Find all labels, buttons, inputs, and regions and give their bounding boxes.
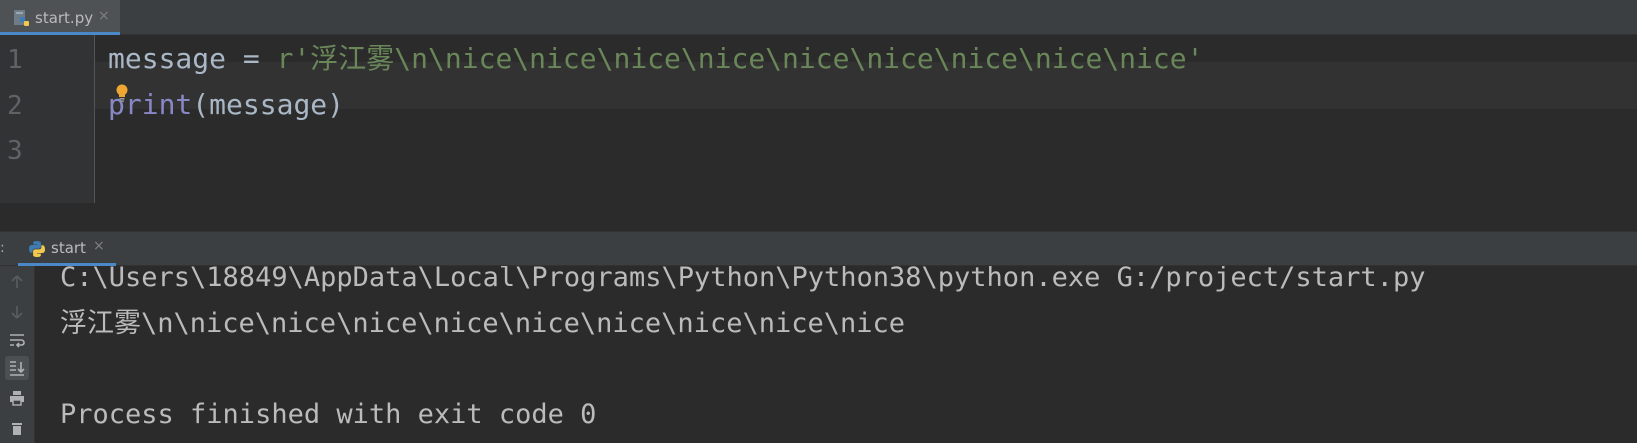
more-icon[interactable]: :: [0, 240, 5, 256]
console-line: 浮江雾\n\nice\nice\nice\nice\nice\nice\nice…: [60, 308, 906, 339]
close-icon[interactable]: ×: [98, 8, 110, 24]
soft-wrap-icon[interactable]: [5, 328, 29, 352]
scroll-to-end-icon[interactable]: [5, 356, 29, 380]
arguments-token: (message): [192, 88, 345, 121]
delete-icon[interactable]: [5, 416, 29, 440]
python-file-icon: [14, 10, 29, 26]
python-icon: [29, 241, 45, 257]
editor-tab-bar: start.py ×: [0, 0, 1637, 35]
run-console[interactable]: C:\Users\18849\AppData\Local\Programs\Py…: [35, 266, 1637, 443]
editor-tab-start-py[interactable]: start.py ×: [0, 0, 120, 35]
editor-tab-label: start.py: [35, 9, 94, 27]
line-number: 3: [7, 136, 23, 166]
ide-window: start.py × 1 2 3 message = r'浮江雾\n\nice\…: [0, 0, 1637, 443]
string-literal: r'浮江雾\n\nice\nice\nice\nice\nice\nice\ni…: [276, 42, 1204, 75]
editor-bottom-area: [0, 203, 1637, 232]
print-icon[interactable]: [5, 386, 29, 410]
code-line-2[interactable]: print(message): [108, 90, 344, 120]
down-arrow-icon[interactable]: [5, 300, 29, 324]
run-tab-start[interactable]: start ×: [18, 232, 116, 266]
run-tab-label: start: [51, 239, 86, 257]
code-editor[interactable]: 1 2 3 message = r'浮江雾\n\nice\nice\nice\n…: [0, 35, 1637, 203]
operator-token: =: [226, 42, 277, 75]
variable-token: message: [108, 42, 227, 75]
lightbulb-icon[interactable]: [115, 84, 129, 104]
line-number: 1: [7, 45, 23, 75]
line-number: 2: [7, 91, 23, 121]
line-number-gutter: 1 2 3: [0, 35, 95, 203]
run-toolbar: [0, 266, 35, 443]
run-tool-window-tabs: : start ×: [0, 232, 1637, 266]
close-icon[interactable]: ×: [93, 238, 105, 254]
code-line-1[interactable]: message = r'浮江雾\n\nice\nice\nice\nice\ni…: [108, 44, 1203, 74]
console-line: C:\Users\18849\AppData\Local\Programs\Py…: [60, 266, 1426, 293]
console-line: Process finished with exit code 0: [60, 399, 597, 430]
up-arrow-icon[interactable]: [5, 270, 29, 294]
